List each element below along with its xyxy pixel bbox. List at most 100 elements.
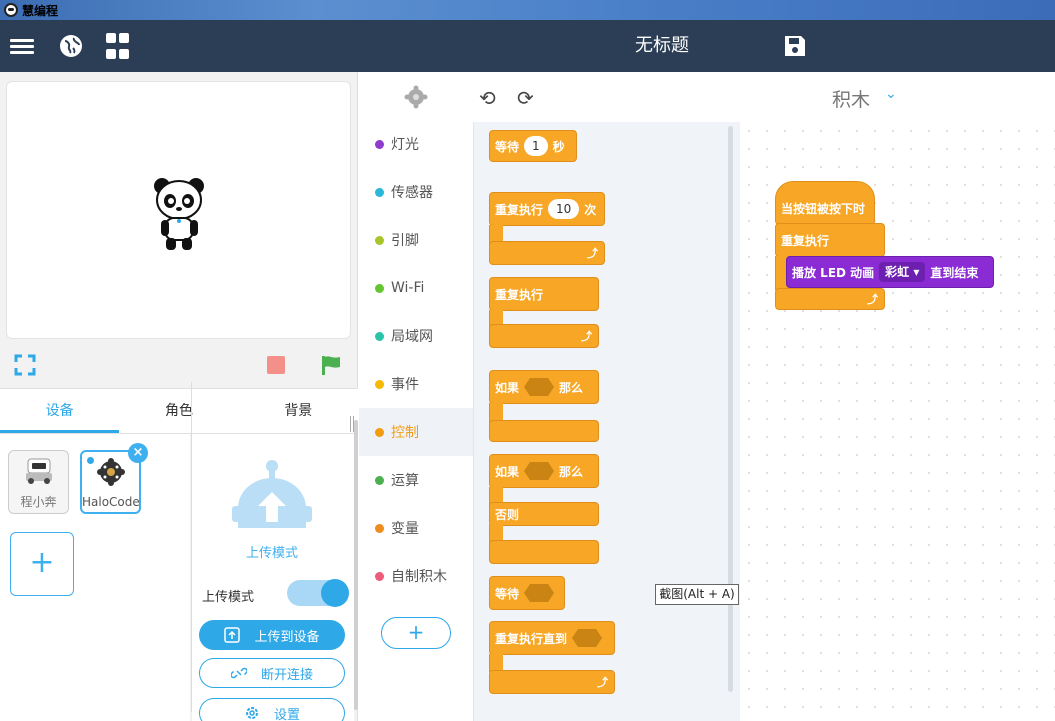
undo-icon[interactable]: ⟲: [479, 86, 496, 110]
stage-canvas[interactable]: [6, 81, 351, 339]
block-if-then[interactable]: 如果 那么: [489, 370, 599, 404]
wait-seconds-input[interactable]: 1: [524, 136, 548, 156]
category-label: 传感器: [391, 185, 433, 201]
block-forever-script[interactable]: 重复执行: [775, 223, 885, 257]
category-my-blocks[interactable]: 自制积木: [359, 552, 473, 600]
menu-icon[interactable]: [8, 32, 36, 60]
block-wait-seconds[interactable]: 等待 1 秒: [489, 130, 577, 162]
upload-to-device-button[interactable]: 上传到设备: [199, 620, 345, 650]
condition-slot[interactable]: [572, 629, 603, 647]
category-label: 引脚: [391, 233, 419, 249]
block-text: 秒: [552, 139, 565, 154]
panel-scrollbar[interactable]: [354, 420, 358, 710]
category-label: 变量: [391, 521, 419, 537]
tab-sprites[interactable]: 角色: [119, 389, 238, 433]
gear-icon: [245, 707, 258, 719]
block-when-button-pressed[interactable]: 当按钮被按下时: [775, 181, 875, 225]
block-if-end: [489, 420, 599, 442]
upload-button-label: 上传到设备: [254, 629, 320, 645]
panda-sprite[interactable]: [152, 176, 208, 254]
redo-icon[interactable]: ⟳: [517, 86, 534, 110]
toggle-knob: [321, 579, 349, 607]
upload-icon: [224, 627, 241, 643]
globe-icon[interactable]: [57, 32, 85, 60]
palette-scrollbar[interactable]: [728, 126, 733, 692]
category-variables[interactable]: 变量: [359, 504, 473, 552]
category-pins[interactable]: 引脚: [359, 216, 473, 264]
category-operators[interactable]: 运算: [359, 456, 473, 504]
category-lights[interactable]: 灯光: [359, 120, 473, 168]
upload-mode-label: 上传模式: [202, 590, 255, 605]
stage-controls: [0, 348, 358, 382]
block-wait-until[interactable]: 等待: [489, 576, 565, 610]
category-label: 运算: [391, 473, 419, 489]
category-control[interactable]: 控制: [359, 408, 473, 456]
device-card-codey[interactable]: 程小奔: [8, 450, 69, 514]
block-text: 重复执行: [495, 202, 544, 217]
chevron-down-icon[interactable]: ⌄: [885, 86, 897, 102]
project-title[interactable]: 无标题: [600, 20, 724, 72]
codey-robot-icon: [26, 458, 52, 484]
device-card-halocode[interactable]: × HaloCode: [80, 443, 148, 514]
category-lan[interactable]: 局域网: [359, 312, 473, 360]
device-robot-icon[interactable]: [404, 85, 428, 109]
stage-tabs: 设备 角色 背景: [0, 388, 358, 434]
device-label: 程小奔: [20, 495, 57, 509]
category-events[interactable]: 事件: [359, 360, 473, 408]
block-forever-script-end: ⤴: [775, 288, 885, 310]
condition-slot[interactable]: [524, 378, 555, 396]
category-wifi[interactable]: Wi-Fi: [359, 264, 473, 312]
block-play-led-animation[interactable]: 播放 LED 动画 彩虹 ▾ 直到结束: [786, 256, 994, 288]
block-text: 那么: [559, 464, 584, 479]
fullscreen-icon[interactable]: [14, 354, 36, 376]
block-if-else[interactable]: 如果 那么: [489, 454, 599, 488]
animation-value: 彩虹: [885, 265, 910, 279]
block-text: 重复执行: [495, 287, 544, 302]
settings-button[interactable]: 设置: [199, 698, 345, 721]
add-device-button[interactable]: +: [10, 532, 74, 596]
block-repeat-times[interactable]: 重复执行 10 次: [489, 192, 605, 226]
block-text: 重复执行直到: [495, 631, 568, 646]
block-text: 等待: [495, 139, 520, 154]
category-dot: [375, 571, 384, 581]
tab-backgrounds[interactable]: 背景: [239, 389, 358, 433]
category-sensors[interactable]: 传感器: [359, 168, 473, 216]
loop-arrow-icon: ⤴: [867, 293, 878, 306]
condition-slot[interactable]: [524, 584, 555, 602]
loop-arrow-icon: ⤴: [581, 330, 592, 343]
device-list: 程小奔 × HaloCode +: [0, 434, 190, 721]
category-label: 局域网: [391, 329, 433, 345]
loop-arrow-icon: ⤴: [587, 247, 598, 260]
upload-mode-icon: [232, 460, 312, 528]
save-icon[interactable]: [781, 32, 809, 60]
upload-mode-toggle[interactable]: [287, 579, 349, 607]
block-forever[interactable]: 重复执行: [489, 277, 599, 311]
stop-button[interactable]: [267, 356, 285, 374]
condition-slot[interactable]: [524, 462, 555, 480]
category-label: 灯光: [391, 137, 419, 153]
block-repeat-until[interactable]: 重复执行直到: [489, 621, 615, 655]
workspace-mode-title[interactable]: 积木: [832, 85, 870, 112]
category-dot: [375, 235, 384, 245]
category-dot: [375, 331, 384, 341]
green-flag-icon[interactable]: [320, 354, 342, 376]
category-dot: [375, 187, 384, 197]
remove-device-icon[interactable]: ×: [128, 443, 148, 463]
block-text: 如果: [495, 380, 520, 395]
apps-grid-icon[interactable]: [106, 32, 129, 60]
category-dot: [375, 427, 384, 437]
animation-dropdown[interactable]: 彩虹 ▾: [879, 262, 926, 282]
block-text: 那么: [559, 380, 584, 395]
loop-arrow-icon: ⤴: [597, 676, 608, 689]
block-text: 等待: [495, 586, 520, 601]
block-text: 重复执行: [781, 233, 830, 248]
category-label: 控制: [391, 425, 419, 441]
tab-devices[interactable]: 设备: [0, 389, 120, 433]
category-dot: [375, 379, 384, 389]
disconnect-label: 断开连接: [260, 667, 313, 683]
add-extension-button[interactable]: +: [381, 617, 451, 649]
category-dot: [375, 475, 384, 485]
repeat-count-input[interactable]: 10: [548, 199, 580, 219]
disconnect-button[interactable]: 断开连接: [199, 658, 345, 688]
category-label: Wi-Fi: [391, 280, 425, 296]
